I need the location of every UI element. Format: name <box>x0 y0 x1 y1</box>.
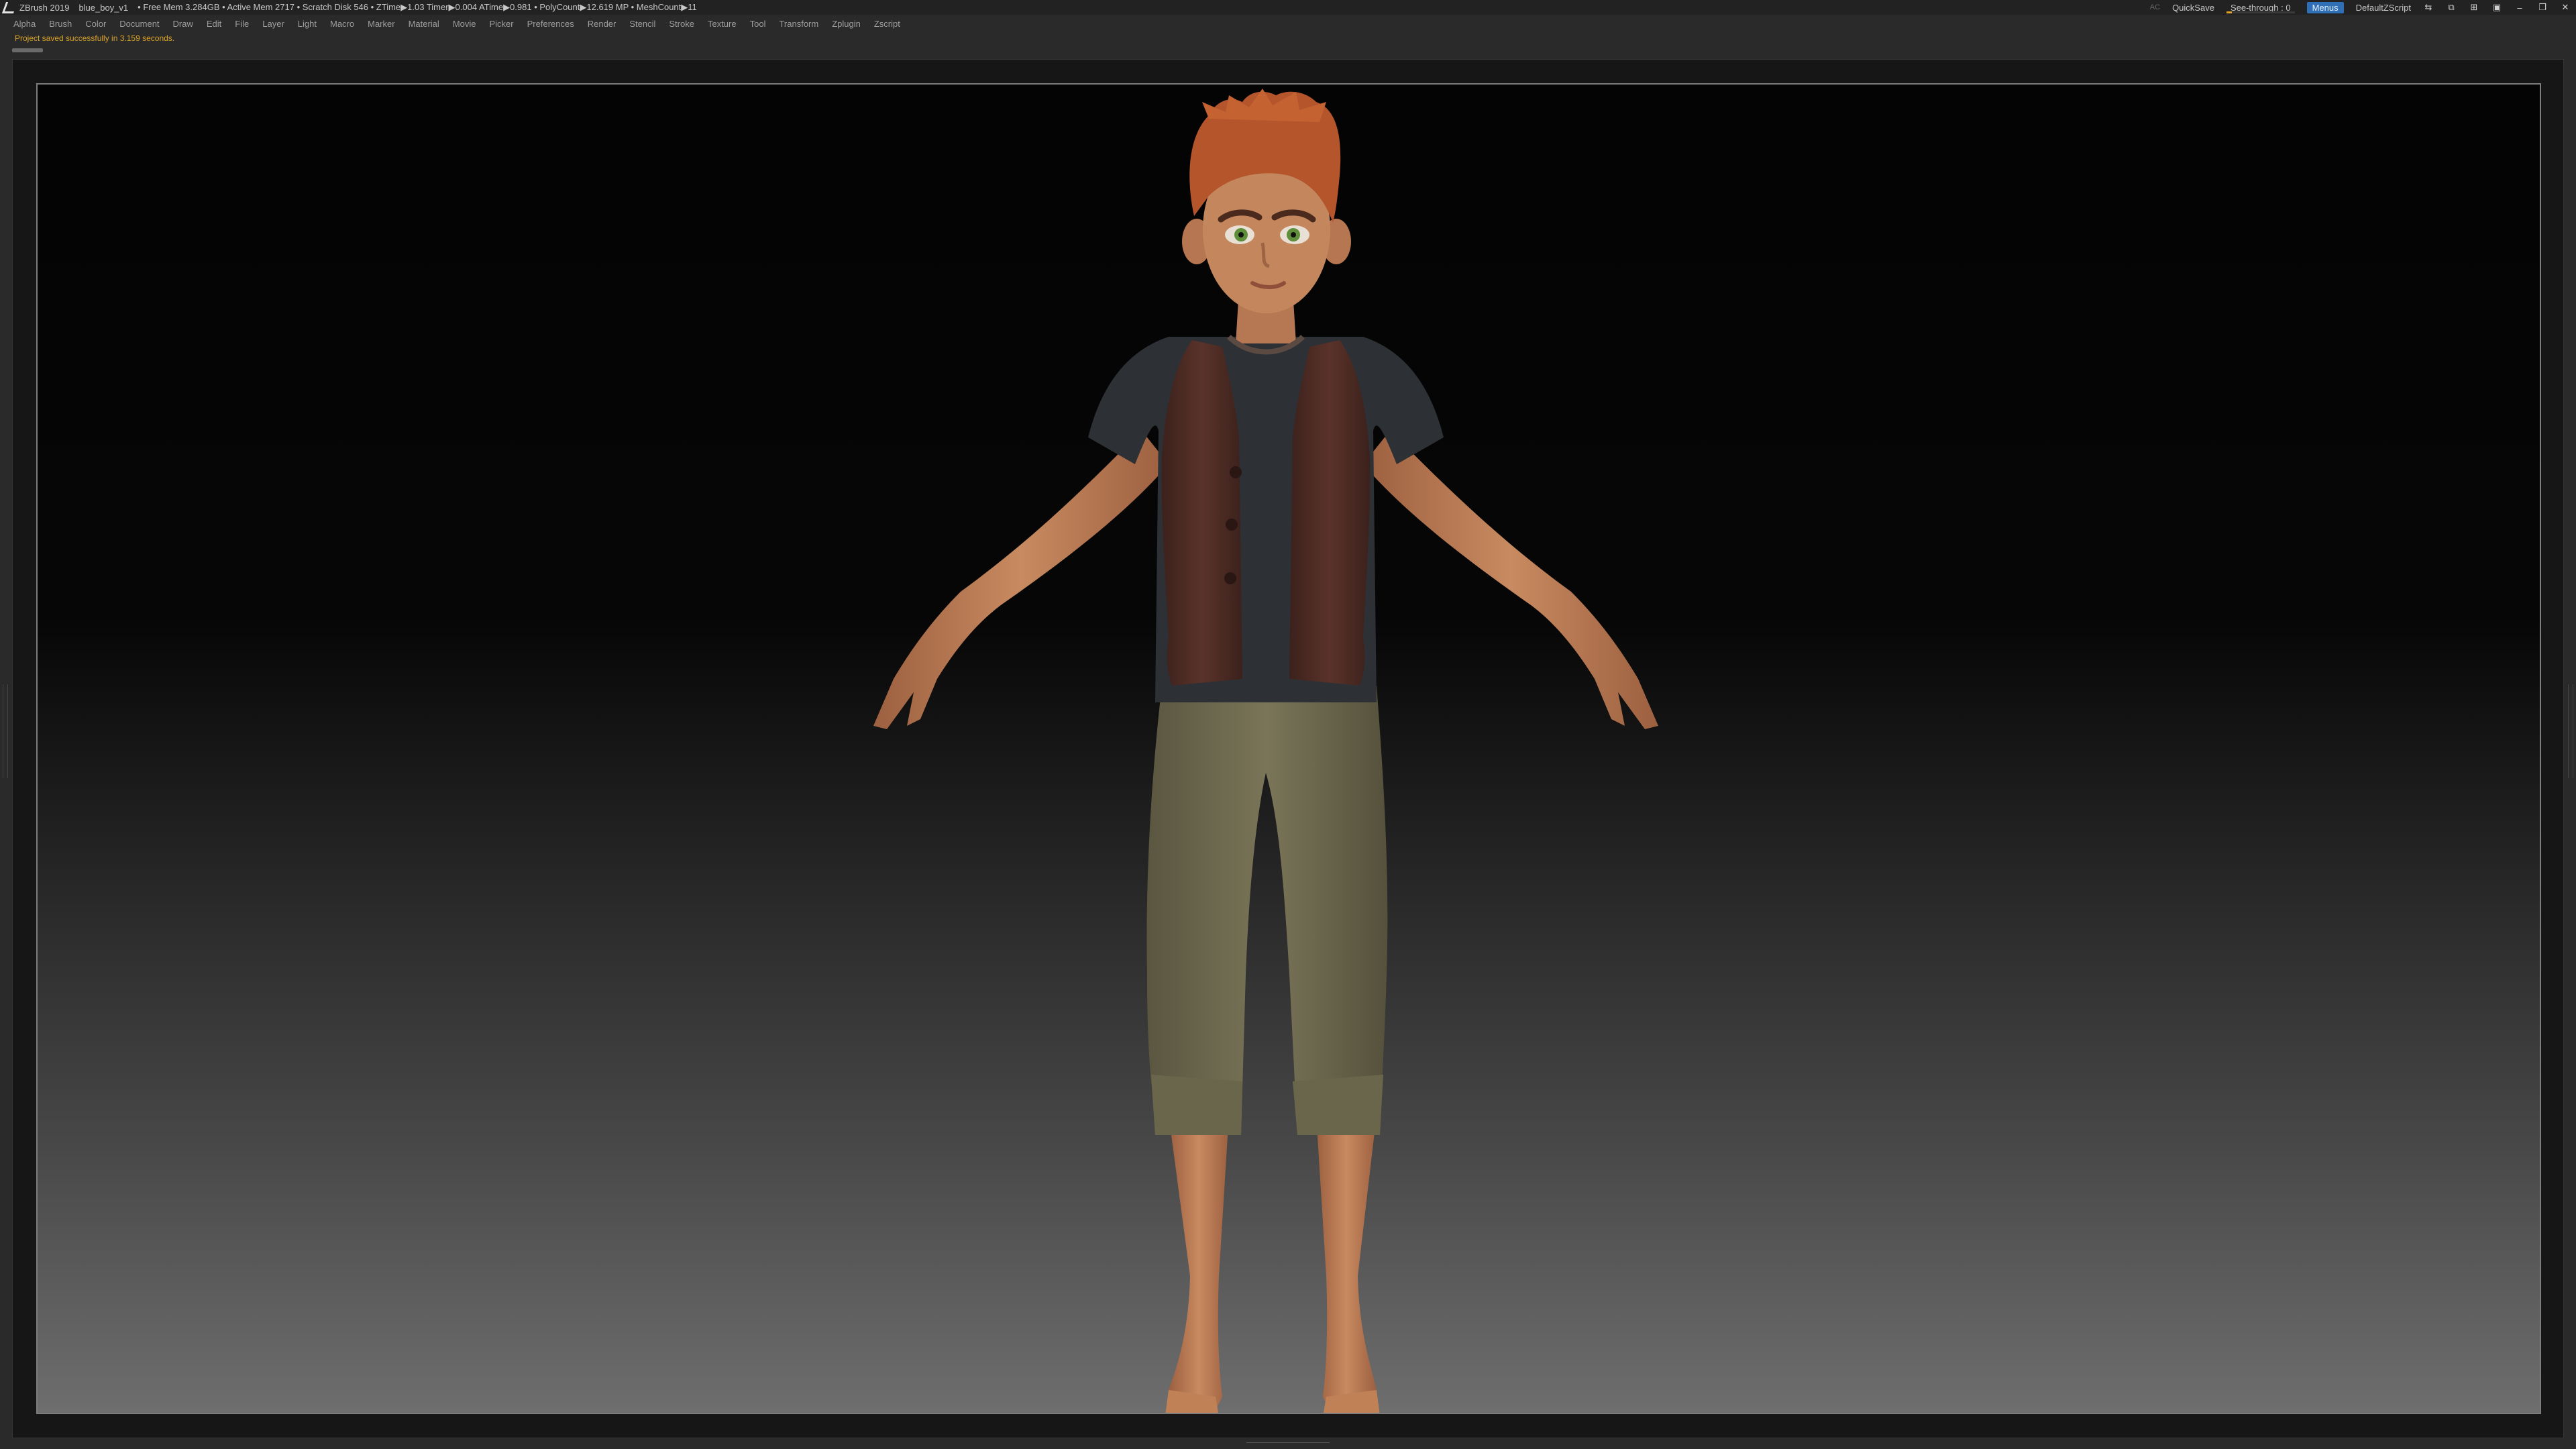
menu-light[interactable]: Light <box>298 19 317 29</box>
left-pupil <box>1238 232 1244 237</box>
default-zscript-button[interactable]: DefaultZScript <box>2356 3 2411 13</box>
tile-icon[interactable]: ⧉ <box>2446 2 2457 13</box>
menu-stroke[interactable]: Stroke <box>669 19 694 29</box>
vest-button-1 <box>1230 466 1242 478</box>
character-model <box>873 89 1658 1413</box>
right-tray-handle[interactable] <box>2568 684 2573 778</box>
menu-movie[interactable]: Movie <box>453 19 476 29</box>
restore-icon[interactable]: ❐ <box>2537 2 2548 13</box>
menu-transform[interactable]: Transform <box>779 19 818 29</box>
app-title: ZBrush 2019 <box>19 2 70 13</box>
menu-color[interactable]: Color <box>85 19 106 29</box>
menu-tool[interactable]: Tool <box>750 19 766 29</box>
memory-stats: • Free Mem 3.284GB • Active Mem 2717 • S… <box>138 2 697 12</box>
menu-picker[interactable]: Picker <box>490 19 514 29</box>
menu-zplugin[interactable]: Zplugin <box>832 19 861 29</box>
vest-button-2 <box>1226 519 1238 531</box>
right-pupil <box>1291 232 1296 237</box>
menu-edit[interactable]: Edit <box>207 19 221 29</box>
close-icon[interactable]: ✕ <box>2560 2 2571 13</box>
menu-material[interactable]: Material <box>409 19 439 29</box>
left-leg <box>1169 1115 1229 1410</box>
right-leg <box>1316 1115 1377 1410</box>
project-name: blue_boy_v1 <box>78 2 129 13</box>
status-message: Project saved successfully in 3.159 seco… <box>15 34 175 43</box>
see-through-fill <box>2226 11 2233 13</box>
menu-stencil[interactable]: Stencil <box>629 19 655 29</box>
vest-button-3 <box>1224 572 1236 584</box>
ac-indicator[interactable]: AC <box>2150 3 2160 11</box>
left-tray-handle[interactable] <box>3 684 8 778</box>
palette-icon[interactable]: ⊞ <box>2469 2 2479 13</box>
quicksave-button[interactable]: QuickSave <box>2172 3 2214 13</box>
right-arm <box>1363 431 1658 729</box>
right-cuff <box>1293 1075 1383 1135</box>
menu-brush[interactable]: Brush <box>49 19 72 29</box>
vest-right <box>1289 340 1371 686</box>
menu-draw[interactable]: Draw <box>173 19 193 29</box>
lock-icon[interactable]: ▣ <box>2491 2 2502 13</box>
title-bar: ZBrush 2019 blue_boy_v1 • Free Mem 3.284… <box>0 0 2576 15</box>
zbrush-logo-icon <box>1 1 18 13</box>
layout-icon[interactable]: ⇆ <box>2423 2 2434 13</box>
vest-left <box>1161 340 1242 686</box>
menu-alpha[interactable]: Alpha <box>13 19 36 29</box>
shirt <box>1088 337 1444 702</box>
menu-zscript[interactable]: Zscript <box>874 19 900 29</box>
progress-indicator <box>12 48 43 52</box>
menu-file[interactable]: File <box>235 19 249 29</box>
menu-render[interactable]: Render <box>588 19 616 29</box>
menu-texture[interactable]: Texture <box>708 19 737 29</box>
menu-document[interactable]: Document <box>119 19 159 29</box>
menu-macro[interactable]: Macro <box>330 19 354 29</box>
menu-bar: Alpha Brush Color Document Draw Edit File Layer… <box>0 15 2576 32</box>
left-arm <box>873 431 1169 729</box>
left-cuff <box>1151 1075 1242 1135</box>
see-through-track <box>2226 11 2295 13</box>
bottom-tray-handle[interactable] <box>1246 1442 1330 1447</box>
menu-preferences[interactable]: Preferences <box>527 19 574 29</box>
pants <box>1146 686 1388 1135</box>
menu-marker[interactable]: Marker <box>368 19 394 29</box>
see-through-slider[interactable]: See-through : 0 <box>2226 3 2295 13</box>
document-canvas[interactable] <box>36 83 2541 1414</box>
menu-layer[interactable]: Layer <box>262 19 284 29</box>
menus-button[interactable]: Menus <box>2306 1 2344 13</box>
minimize-icon[interactable]: – <box>2514 3 2525 13</box>
